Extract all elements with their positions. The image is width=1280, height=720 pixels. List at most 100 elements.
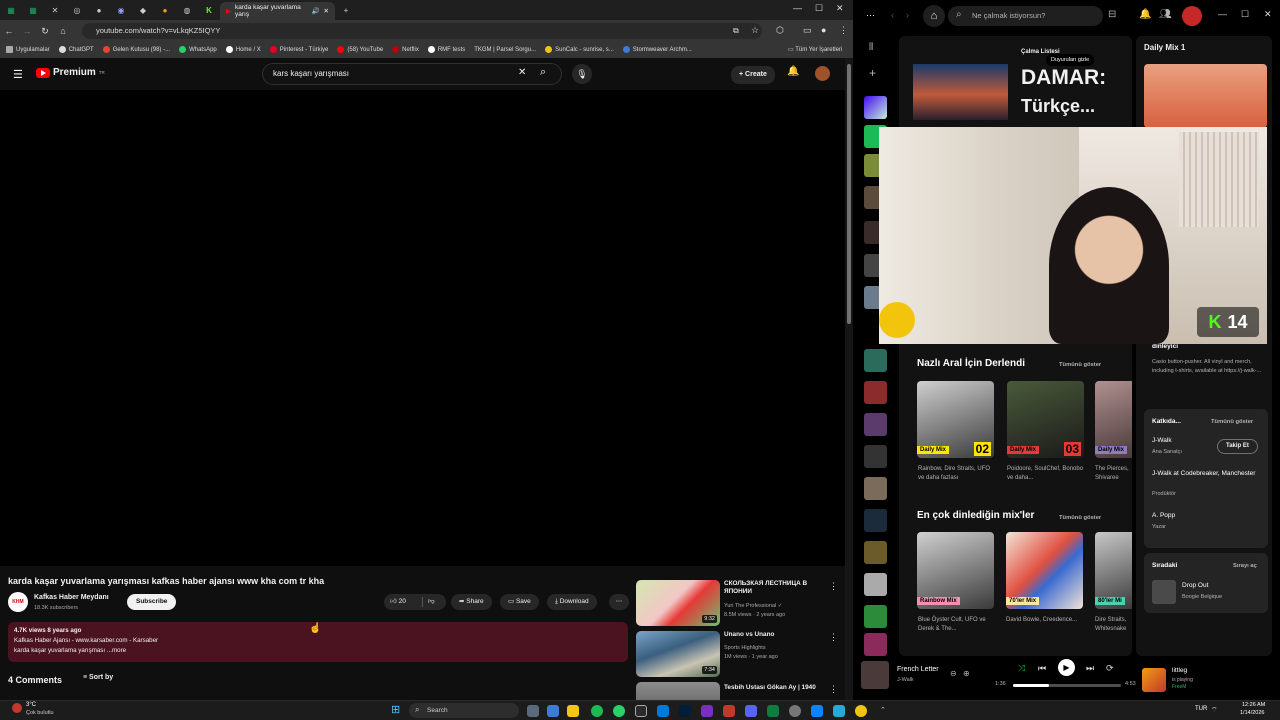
- spotify-minimize-icon[interactable]: —: [1218, 9, 1227, 19]
- tab-close-icon[interactable]: ✕: [324, 7, 329, 15]
- repeat-icon[interactable]: ⟳: [1106, 663, 1114, 674]
- recommendation-menu-icon[interactable]: ⋮: [829, 684, 838, 695]
- taskbar-app-icon[interactable]: [789, 705, 801, 717]
- cast-icon[interactable]: ▭: [803, 25, 812, 36]
- library-tile[interactable]: [864, 477, 887, 500]
- progress-track[interactable]: [1013, 684, 1121, 687]
- section-title-top-mixes[interactable]: En çok dinlediğin mix'ler: [917, 510, 1034, 521]
- youtube-logo[interactable]: Premium TR: [36, 67, 105, 78]
- voice-search-icon[interactable]: 🎙: [572, 64, 592, 84]
- now-playing-title[interactable]: French Letter: [897, 666, 939, 673]
- bookmark-star-icon[interactable]: ☆: [751, 25, 759, 36]
- taskbar-app-icon[interactable]: [547, 705, 559, 717]
- bookmark-gmail[interactable]: Gelen Kutusu (98) -...: [102, 46, 170, 54]
- bookmark-netflix[interactable]: Netflix: [392, 46, 419, 54]
- taskbar-app-icon[interactable]: [811, 705, 823, 717]
- queue-track-title[interactable]: Drop Out: [1182, 582, 1208, 589]
- library-tile[interactable]: [864, 541, 887, 564]
- sort-comments-button[interactable]: ≡ Sort by: [83, 674, 113, 681]
- bookmark-stormweaver[interactable]: Stormweaver Archm...: [622, 46, 692, 54]
- follow-button[interactable]: Takip Et: [1217, 439, 1258, 454]
- share-button[interactable]: ➦ Share: [451, 594, 492, 610]
- recommendation-channel[interactable]: Yuri The Professional ✓: [724, 602, 834, 611]
- all-bookmarks[interactable]: ▭ Tüm Yer İşaretleri: [788, 46, 842, 53]
- credit-name[interactable]: A. Popp: [1152, 512, 1175, 519]
- taskbar-app-icon[interactable]: [657, 705, 669, 717]
- recommendation-menu-icon[interactable]: ⋮: [829, 632, 838, 643]
- library-tile[interactable]: [864, 349, 887, 372]
- tab-youtube-active[interactable]: ▶ karda kaşar yuvarlama yarış 🔊 ✕: [220, 2, 335, 20]
- recommendation-title[interactable]: СКОЛЬЗКАЯ ЛЕСТНИЦА В ЯПОНИИ: [724, 580, 829, 596]
- home-icon[interactable]: ⌂: [54, 26, 72, 36]
- library-icon[interactable]: ⫴: [869, 42, 873, 53]
- spotify-search-input[interactable]: Ne çalmak istiyorsun?: [948, 6, 1103, 26]
- video-thumbnail[interactable]: 7:34: [636, 631, 720, 677]
- shuffle-icon[interactable]: ⤨: [1018, 663, 1025, 674]
- spotify-back-icon[interactable]: ‹: [891, 10, 894, 20]
- add-to-playlist-icon[interactable]: ⊕: [963, 669, 970, 678]
- library-tile[interactable]: [864, 445, 887, 468]
- reload-icon[interactable]: ↻: [36, 26, 54, 37]
- bookmark-tkgm[interactable]: TKGM | Parsel Sorgu...: [474, 47, 536, 53]
- spotify-taskbar-icon[interactable]: [591, 705, 603, 717]
- video-player[interactable]: [0, 90, 845, 566]
- bookmark-whatsapp[interactable]: WhatsApp: [179, 46, 217, 54]
- taskbar-app-icon[interactable]: [701, 705, 713, 717]
- subscribe-button[interactable]: Subscribe: [127, 594, 177, 610]
- previous-icon[interactable]: ⏮: [1038, 663, 1046, 674]
- friend-activity-icon[interactable]: 👥︎: [1159, 9, 1172, 20]
- section-title-made-for[interactable]: Nazlı Aral İçin Derlendi: [917, 358, 1025, 369]
- taskbar-app-icon[interactable]: [833, 705, 845, 717]
- forward-icon[interactable]: →: [18, 26, 36, 36]
- now-playing-thumb[interactable]: [861, 661, 889, 689]
- chrome-taskbar-icon[interactable]: [855, 705, 867, 717]
- spotify-home-icon[interactable]: ⌂: [923, 5, 945, 27]
- photoshop-icon[interactable]: [679, 705, 691, 717]
- bookmark-youtube[interactable]: (58) YouTube: [337, 46, 383, 54]
- liked-songs-tile[interactable]: [864, 96, 887, 119]
- recommendation-item[interactable]: Tesbih Ustası Gökan Ay | 1940: [636, 682, 836, 700]
- spotify-maximize-icon[interactable]: ☐: [1241, 9, 1249, 20]
- play-pause-button[interactable]: ▶: [1058, 659, 1075, 676]
- more-actions-button[interactable]: ⋯: [609, 594, 629, 610]
- user-avatar[interactable]: [815, 66, 830, 81]
- excel-icon[interactable]: [767, 705, 779, 717]
- bookmark-chatgpt[interactable]: ChatGPT: [58, 46, 94, 54]
- page-scrollbar[interactable]: [845, 58, 853, 700]
- weather-icon[interactable]: [12, 703, 22, 713]
- back-icon[interactable]: ←: [0, 26, 18, 36]
- maximize-icon[interactable]: ☐: [815, 3, 823, 14]
- url-field[interactable]: youtube.com/watch?v=vLkqKZ5IQYY: [82, 23, 762, 39]
- tab-generic-icon[interactable]: ◆: [132, 0, 154, 20]
- bookmark-pinterest[interactable]: Pinterest - Türkiye: [269, 46, 328, 54]
- hamburger-menu-icon[interactable]: ☰: [13, 68, 23, 81]
- task-view-icon[interactable]: [527, 705, 539, 717]
- wifi-icon[interactable]: ⌔: [1211, 706, 1218, 715]
- taskbar-app-icon[interactable]: [635, 705, 647, 717]
- spotify-close-icon[interactable]: ✕: [1264, 9, 1272, 20]
- now-playing-artist[interactable]: J-Walk: [897, 677, 914, 683]
- tab-github-icon[interactable]: ●: [88, 0, 110, 20]
- library-tile[interactable]: [864, 381, 887, 404]
- tab-discord-icon[interactable]: ◉: [110, 0, 132, 20]
- credit-name[interactable]: J-Walk: [1152, 437, 1172, 444]
- taskbar-search[interactable]: Search: [409, 703, 519, 718]
- search-icon[interactable]: ⌕: [540, 66, 546, 79]
- recommendation-channel[interactable]: Sports Highlights: [724, 644, 834, 653]
- top-mix-card[interactable]: 70'ler Mix: [1006, 532, 1083, 609]
- video-thumbnail[interactable]: 9:32: [636, 580, 720, 626]
- extensions-icon[interactable]: ⬡: [776, 25, 784, 36]
- top-mix-card[interactable]: 80'ler Mi: [1095, 532, 1132, 609]
- tab-chrome-icon[interactable]: ◍: [176, 0, 198, 20]
- hero-title-2[interactable]: Türkçe...: [1021, 96, 1095, 117]
- language-indicator[interactable]: TUR: [1195, 706, 1207, 712]
- clock-date[interactable]: 1/14/2026: [1240, 710, 1264, 716]
- new-tab-button[interactable]: +: [335, 0, 357, 20]
- file-explorer-icon[interactable]: [567, 705, 579, 717]
- spotify-menu-icon[interactable]: ⋯: [866, 10, 875, 21]
- next-icon[interactable]: ⏭: [1086, 663, 1094, 674]
- menu-kebab-icon[interactable]: ⋮: [839, 25, 848, 36]
- clear-search-icon[interactable]: ✕: [518, 67, 526, 78]
- like-button[interactable]: 👍︎ 20: [390, 598, 406, 605]
- windows-start-icon[interactable]: ⊞: [391, 704, 403, 716]
